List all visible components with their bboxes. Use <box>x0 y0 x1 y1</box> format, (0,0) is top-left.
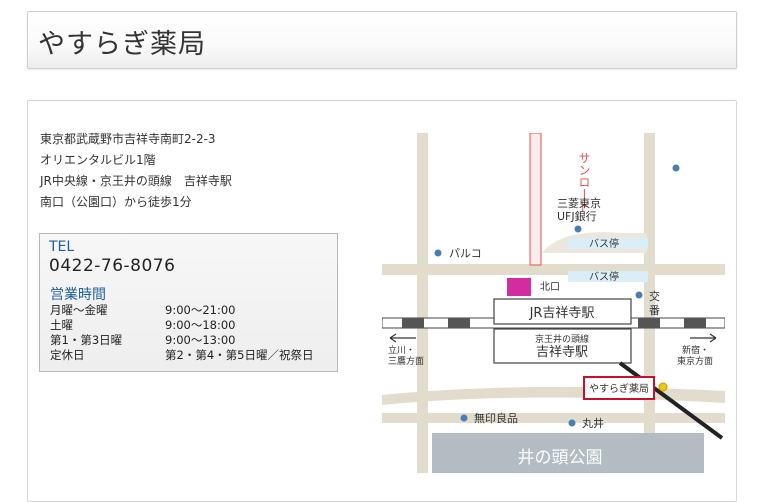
hours-time: 9:00～21:00 <box>165 303 236 317</box>
park-label: 井の頭公園 <box>518 448 603 468</box>
hours-row: 月曜～金曜 9:00～21:00 <box>50 302 335 317</box>
pharmacy-label: やすらぎ薬局 <box>589 382 649 395</box>
map-pin-icon <box>672 164 680 172</box>
muji-label: 無印良品 <box>474 411 518 425</box>
hours-time: 9:00～18:00 <box>165 318 236 332</box>
page-title: やすらぎ薬局 <box>38 29 206 60</box>
map-road-south <box>382 413 725 423</box>
yodobashi-label: ヨドバシカメラ <box>690 145 725 215</box>
jr-station-label: JR吉祥寺駅 <box>529 306 595 321</box>
map-pin-icon <box>460 414 468 422</box>
mufg-label: UFJ銀行 <box>557 209 597 223</box>
railway-segment <box>684 318 706 328</box>
pharmacy-location-dot <box>658 382 668 392</box>
mufg-label: 三菱東京 <box>557 196 601 210</box>
hours-row: 第1・第3日曜 9:00～13:00 <box>50 332 335 347</box>
north-exit-marker <box>507 278 531 296</box>
address-line: 南口（公園口）から徒歩1分 <box>40 195 192 209</box>
north-exit-label: 北口 <box>540 281 560 293</box>
keio-station-label: 吉祥寺駅 <box>536 345 588 360</box>
left-direction-label: 立川・ <box>388 344 415 356</box>
map-pin-icon <box>574 225 582 233</box>
parco-label: パルコ <box>449 247 482 260</box>
tel-number[interactable]: 0422-76-8076 <box>49 256 175 276</box>
map-pin-icon <box>434 249 442 257</box>
address-line: 東京都武蔵野市吉祥寺南町2-2-3 <box>40 132 216 146</box>
left-direction-label: 三鷹方面 <box>388 355 424 367</box>
hours-time: 9:00～13:00 <box>165 333 236 347</box>
hours-row: 土曜 9:00～18:00 <box>50 317 335 332</box>
hours-row: 定休日 第2・第4・第5日曜／祝祭日 <box>50 347 335 362</box>
map-road-north <box>382 264 725 275</box>
address-line: オリエンタルビル1階 <box>40 153 156 167</box>
right-direction-label: 東京方面 <box>677 355 713 367</box>
koban-label: 番 <box>649 304 660 317</box>
bus-stop-label: バス停 <box>589 237 619 250</box>
right-direction-label: 新宿・ <box>682 344 709 356</box>
bus-stop-label: バス停 <box>589 270 619 283</box>
contact-hours-box: TEL 0422-76-8076 営業時間 月曜～金曜 9:00～21:00 土… <box>39 233 338 372</box>
keio-line-label: 京王井の頭線 <box>535 333 589 345</box>
address-line: JR中央線・京王井の頭線 吉祥寺駅 <box>40 174 232 188</box>
address-block: 東京都武蔵野市吉祥寺南町2-2-3 オリエンタルビル1階 JR中央線・京王井の頭… <box>40 129 232 213</box>
arrow-left-icon <box>389 333 416 343</box>
marui-label: 丸井 <box>582 416 604 430</box>
koban-label: 交 <box>649 289 660 303</box>
closed-days-value: 第2・第4・第5日曜／祝祭日 <box>165 348 314 362</box>
arrow-right-icon <box>690 333 717 343</box>
map-pin-icon <box>568 419 576 427</box>
access-map: サンロード バス停 バス停 北口 JR吉祥寺駅 京王井の頭線 吉祥寺駅 立川・ … <box>382 133 725 473</box>
railway-segment <box>638 318 660 328</box>
hours-day: 土曜 <box>50 318 73 332</box>
hours-title: 営業時間 <box>50 287 106 303</box>
page-title-bar: やすらぎ薬局 <box>27 11 737 69</box>
railway-segment <box>448 318 470 328</box>
hours-day: 第1・第3日曜 <box>50 333 123 347</box>
railway-segment <box>402 318 424 328</box>
map-pin-icon <box>635 291 643 299</box>
tel-label: TEL <box>49 239 75 255</box>
hours-day: 月曜～金曜 <box>50 303 108 317</box>
closed-days-label: 定休日 <box>50 348 85 362</box>
